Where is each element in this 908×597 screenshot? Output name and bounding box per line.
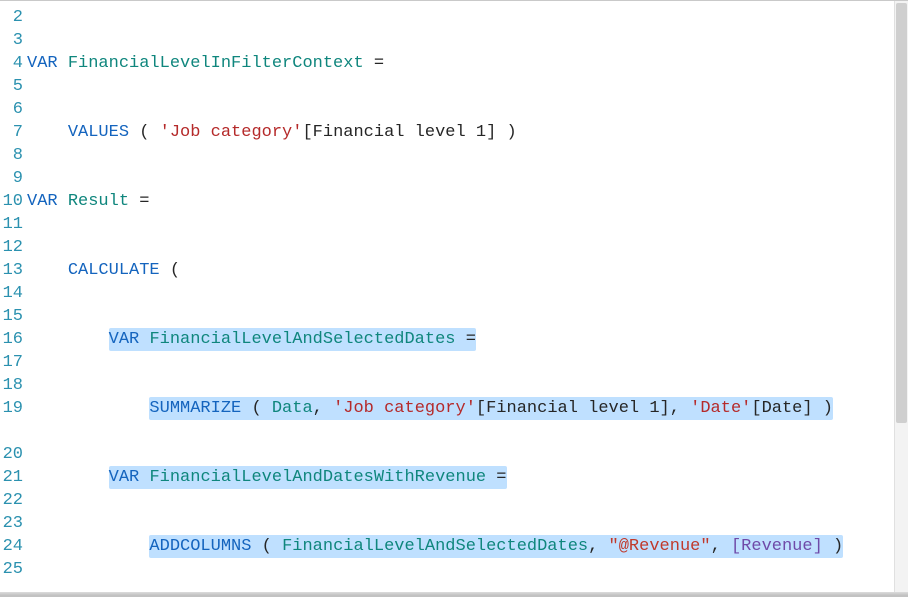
line-number: 14 <box>0 282 27 305</box>
line-number: 22 <box>0 489 27 512</box>
code-line[interactable]: VAR FinancialLevelAndSelectedDates = <box>27 328 908 351</box>
vertical-scrollbar[interactable] <box>894 1 908 595</box>
line-number: 10 <box>0 190 27 213</box>
code-editor[interactable]: 2 3 4 5 6 7 8 9 10 11 12 13 14 15 16 17 … <box>0 0 908 597</box>
line-number: 25 <box>0 558 27 581</box>
code-line[interactable]: VAR FinancialLevelInFilterContext = <box>27 52 908 75</box>
code-line[interactable]: VAR Result = <box>27 190 908 213</box>
scroll-thumb[interactable] <box>896 3 907 423</box>
line-number <box>0 420 27 443</box>
code-line[interactable]: CALCULATE ( <box>27 259 908 282</box>
line-number: 6 <box>0 98 27 121</box>
code-area[interactable]: VAR FinancialLevelInFilterContext = VALU… <box>27 1 908 597</box>
gutter: 2 3 4 5 6 7 8 9 10 11 12 13 14 15 16 17 … <box>0 1 27 597</box>
line-number: 5 <box>0 75 27 98</box>
line-number: 21 <box>0 466 27 489</box>
line-number: 24 <box>0 535 27 558</box>
code-line[interactable]: SUMMARIZE ( Data, 'Job category'[Financi… <box>27 397 908 420</box>
line-number: 19 <box>0 397 27 420</box>
line-number: 8 <box>0 144 27 167</box>
line-number: 9 <box>0 167 27 190</box>
line-number: 3 <box>0 29 27 52</box>
line-number: 16 <box>0 328 27 351</box>
line-number: 18 <box>0 374 27 397</box>
line-number: 2 <box>0 6 27 29</box>
line-number: 20 <box>0 443 27 466</box>
line-number: 13 <box>0 259 27 282</box>
line-number: 15 <box>0 305 27 328</box>
line-number: 12 <box>0 236 27 259</box>
code-line[interactable]: VAR FinancialLevelAndDatesWithRevenue = <box>27 466 908 489</box>
code-line[interactable]: ADDCOLUMNS ( FinancialLevelAndSelectedDa… <box>27 535 908 558</box>
code-line[interactable]: VALUES ( 'Job category'[Financial level … <box>27 121 908 144</box>
line-number: 23 <box>0 512 27 535</box>
line-number: 17 <box>0 351 27 374</box>
line-number: 4 <box>0 52 27 75</box>
line-number: 7 <box>0 121 27 144</box>
window-bevel <box>0 592 908 595</box>
line-number: 11 <box>0 213 27 236</box>
